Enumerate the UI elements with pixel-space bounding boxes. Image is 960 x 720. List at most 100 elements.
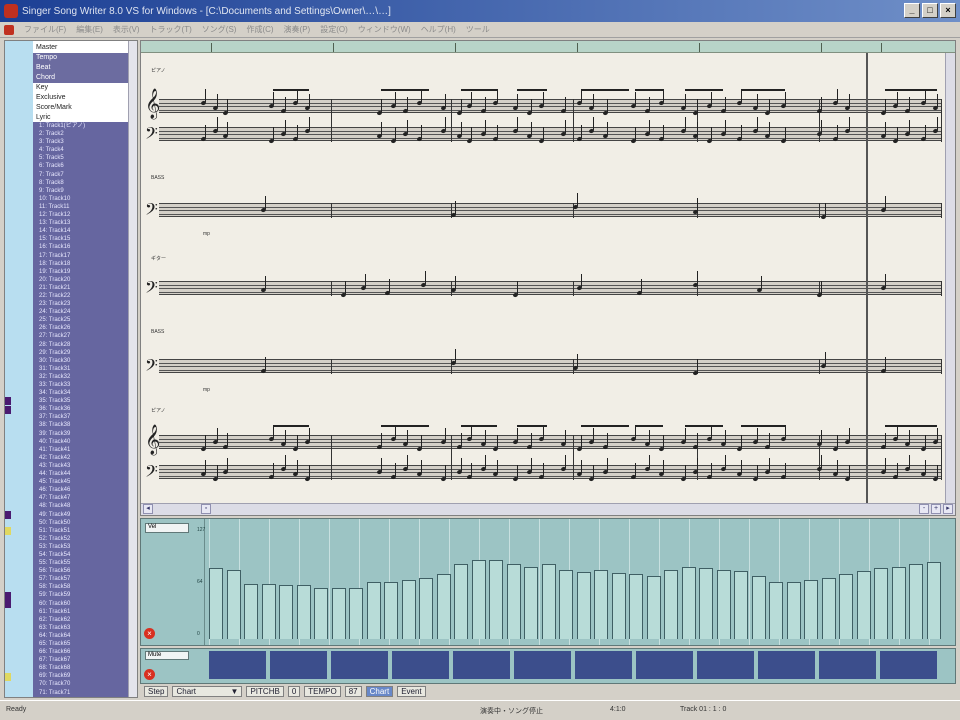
velocity-bar[interactable] — [261, 584, 276, 639]
track-list-item[interactable]: 3: Track3 — [33, 138, 129, 146]
velocity-bar[interactable] — [699, 568, 713, 639]
track-list-item[interactable]: 30: Track30 — [33, 357, 129, 365]
track-list-item[interactable]: 40: Track40 — [33, 438, 129, 446]
track-list-item[interactable]: 48: Track48 — [33, 502, 129, 510]
track-list-item[interactable]: 29: Track29 — [33, 349, 129, 357]
velocity-bar[interactable] — [419, 578, 433, 639]
track-list-item[interactable]: 36: Track36 — [33, 405, 129, 413]
maximize-button[interactable]: □ — [922, 3, 938, 18]
track-list-item[interactable]: 43: Track43 — [33, 462, 129, 470]
velocity-bar[interactable] — [506, 564, 521, 639]
track-list-item[interactable]: 33: Track33 — [33, 381, 129, 389]
strip-cell[interactable] — [758, 651, 815, 679]
velocity-bar[interactable] — [436, 574, 451, 639]
track-list-item[interactable]: 19: Track19 — [33, 268, 129, 276]
track-list-item[interactable]: 59: Track59 — [33, 591, 129, 599]
track-list-item[interactable]: 62: Track62 — [33, 616, 129, 624]
menu-create[interactable]: 作成(C) — [246, 24, 273, 35]
velocity-bar[interactable] — [769, 582, 783, 639]
document-icon[interactable] — [4, 24, 14, 35]
velocity-bar[interactable] — [786, 582, 801, 639]
velocity-bar[interactable] — [524, 567, 538, 639]
tab-chart[interactable]: Chart — [365, 685, 394, 697]
strip-cell[interactable] — [514, 651, 571, 679]
track-list-item[interactable]: 47: Track47 — [33, 494, 129, 502]
velocity-bar[interactable] — [891, 567, 906, 639]
menu-edit[interactable]: 編集(E) — [76, 24, 103, 35]
velocity-bar[interactable] — [384, 582, 398, 639]
zoom-in-icon[interactable]: + — [931, 504, 941, 514]
velocity-bar[interactable] — [401, 580, 416, 639]
control-strip[interactable]: Mute × — [140, 648, 956, 684]
track-list-item[interactable]: 70: Track70 — [33, 680, 129, 688]
tempo-field[interactable]: 87 — [344, 685, 362, 697]
track-list-item[interactable]: 9: Track9 — [33, 187, 129, 195]
app-icon[interactable] — [4, 4, 18, 18]
menu-song[interactable]: ソング(S) — [202, 24, 237, 35]
special-track-item[interactable]: Chord — [33, 73, 129, 83]
playback-cursor[interactable] — [866, 53, 868, 503]
special-track-item[interactable]: Master — [33, 43, 129, 53]
velocity-bar[interactable] — [594, 570, 608, 639]
track-list-item[interactable]: 24: Track24 — [33, 308, 129, 316]
strip-cell[interactable] — [697, 651, 754, 679]
velocity-bar[interactable] — [664, 570, 678, 639]
track-list-item[interactable]: 44: Track44 — [33, 470, 129, 478]
track-list-item[interactable]: 22: Track22 — [33, 292, 129, 300]
strip-cell[interactable] — [209, 651, 266, 679]
track-list-item[interactable]: 28: Track28 — [33, 341, 129, 349]
track-list-item[interactable]: 20: Track20 — [33, 276, 129, 284]
track-list-item[interactable]: 11: Track11 — [33, 203, 129, 211]
track-list-item[interactable]: 32: Track32 — [33, 373, 129, 381]
track-list-item[interactable]: 38: Track38 — [33, 421, 129, 429]
track-list-item[interactable]: 5: Track5 — [33, 154, 129, 162]
track-list-item[interactable]: 2: Track2 — [33, 130, 129, 138]
track-list-item[interactable]: 10: Track10 — [33, 195, 129, 203]
velocity-bar[interactable] — [541, 564, 556, 639]
track-list-item[interactable]: 27: Track27 — [33, 332, 129, 340]
track-list-item[interactable]: 16: Track16 — [33, 243, 129, 251]
velocity-bar[interactable] — [314, 588, 328, 639]
track-list-item[interactable]: 61: Track61 — [33, 608, 129, 616]
strip-cell[interactable] — [270, 651, 327, 679]
menu-settings[interactable]: 設定(O) — [320, 24, 348, 35]
track-list-item[interactable]: 12: Track12 — [33, 211, 129, 219]
special-track-item[interactable]: Exclusive — [33, 93, 129, 103]
score-editor[interactable]: ピアノ 𝄞 𝄢 BASS 𝄢 ギター 𝄢 BASS 𝄢 ピアノ 𝄞 𝄢 mp mp ◂ ▫ - + ▸ — [140, 40, 956, 516]
velocity-bar[interactable] — [209, 568, 223, 639]
track-list-item[interactable]: 31: Track31 — [33, 365, 129, 373]
strip-cell[interactable] — [392, 651, 449, 679]
special-track-item[interactable]: Key — [33, 83, 129, 93]
velocity-bar[interactable] — [909, 564, 923, 639]
special-track-item[interactable]: Score/Mark — [33, 103, 129, 113]
track-list-item[interactable]: 57: Track57 — [33, 575, 129, 583]
velocity-bar[interactable] — [681, 567, 696, 639]
menu-play[interactable]: 演奏(P) — [284, 24, 311, 35]
track-list-item[interactable]: 63: Track63 — [33, 624, 129, 632]
zoom-out-icon[interactable]: - — [919, 504, 929, 514]
menu-tools[interactable]: ツール — [466, 24, 490, 35]
velocity-bar[interactable] — [716, 570, 731, 639]
track-list-item[interactable]: 41: Track41 — [33, 446, 129, 454]
step-button[interactable]: Step — [144, 685, 169, 697]
velocity-bar[interactable] — [244, 584, 258, 639]
pitchbend-field[interactable]: 0 — [287, 685, 301, 697]
track-list-item[interactable]: 7: Track7 — [33, 171, 129, 179]
velocity-bar[interactable] — [454, 564, 468, 639]
track-list-item[interactable]: 13: Track13 — [33, 219, 129, 227]
track-list-item[interactable]: 34: Track34 — [33, 389, 129, 397]
menu-help[interactable]: ヘルプ(H) — [421, 24, 456, 35]
track-list-item[interactable]: 6: Track6 — [33, 162, 129, 170]
track-list-item[interactable]: 58: Track58 — [33, 583, 129, 591]
track-list-item[interactable]: 8: Track8 — [33, 179, 129, 187]
track-list-item[interactable]: 55: Track55 — [33, 559, 129, 567]
strip-cell[interactable] — [636, 651, 693, 679]
measure-ruler[interactable] — [141, 41, 955, 53]
track-list-item[interactable]: 66: Track66 — [33, 648, 129, 656]
velocity-label[interactable]: Vel — [145, 523, 189, 533]
track-list-item[interactable]: 18: Track18 — [33, 260, 129, 268]
track-list-item[interactable]: 39: Track39 — [33, 430, 129, 438]
strip-cell[interactable] — [331, 651, 388, 679]
track-list-item[interactable]: 1: Track1(ピアノ) — [33, 122, 129, 130]
track-list-item[interactable]: 15: Track15 — [33, 235, 129, 243]
